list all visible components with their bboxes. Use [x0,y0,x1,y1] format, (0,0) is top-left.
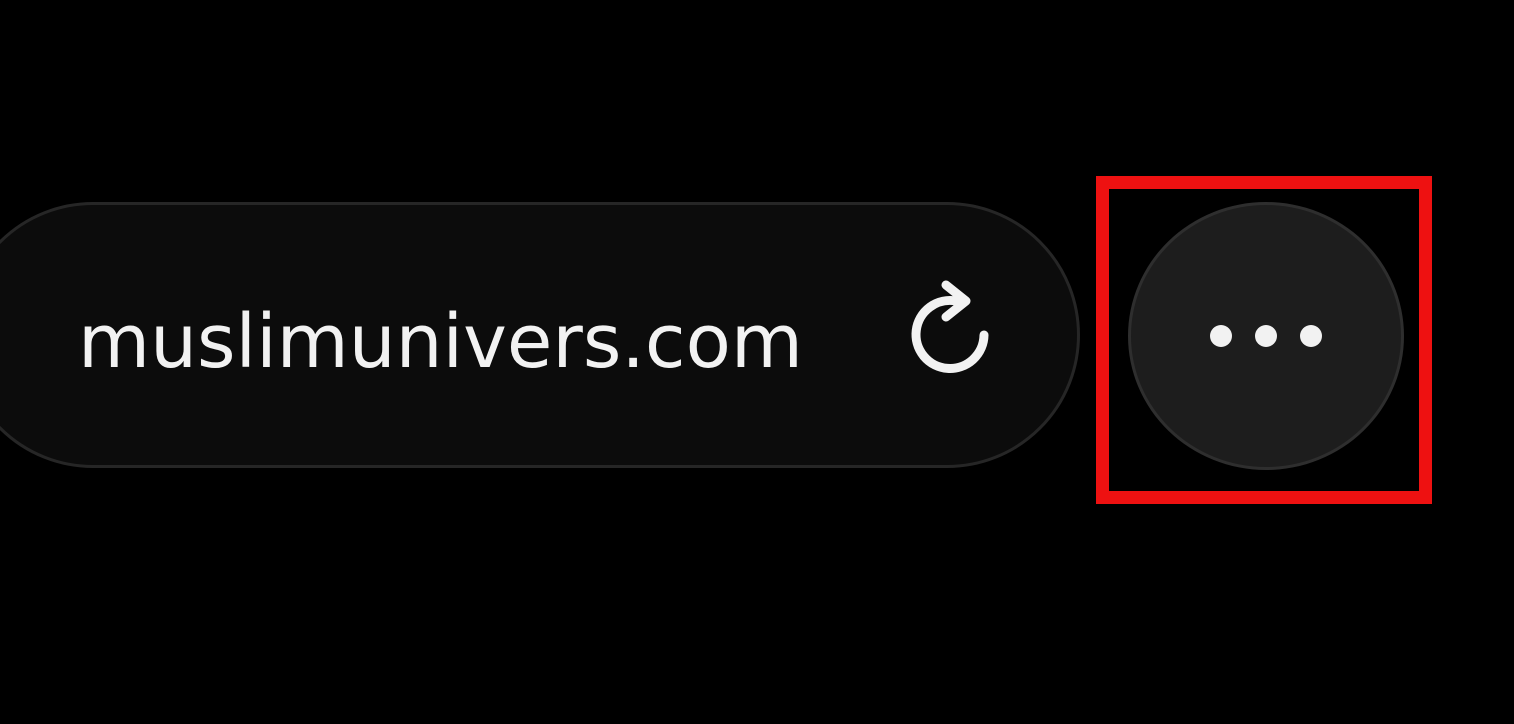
reload-button[interactable] [900,278,1012,390]
address-bar-domain[interactable]: muslimunivers.com [78,292,803,392]
browser-toolbar: muslimunivers.com [0,0,1514,724]
highlight-box [1096,176,1432,504]
reload-icon [911,280,989,373]
